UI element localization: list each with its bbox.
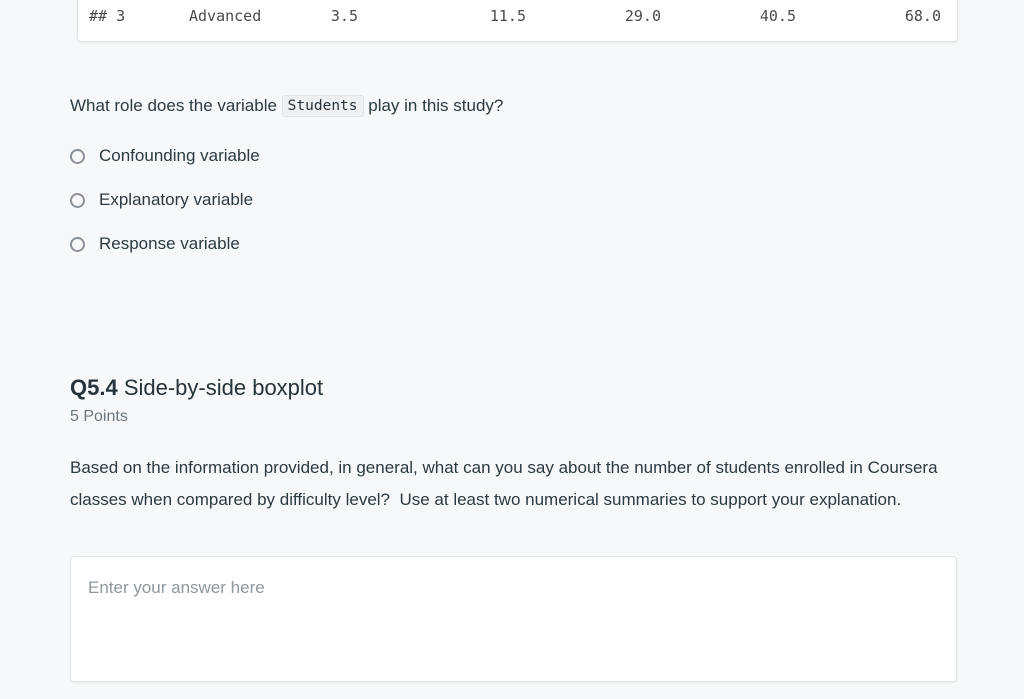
option-confounding-variable[interactable]: Confounding variable xyxy=(70,134,570,178)
code-row-group-label: Advanced xyxy=(189,7,262,25)
question-body-text: Based on the information provided, in ge… xyxy=(70,458,943,509)
code-output-row: ## 3 Advanced 3.5 11.5 29.0 40.5 68.0 xyxy=(78,1,957,31)
code-row-value-2: 11.5 xyxy=(489,7,526,25)
inline-code-variable: Students xyxy=(281,95,364,117)
option-label: Confounding variable xyxy=(99,146,260,165)
radio-button-icon[interactable] xyxy=(70,148,85,164)
option-explanatory-variable[interactable]: Explanatory variable xyxy=(70,178,570,222)
radio-button-icon[interactable] xyxy=(70,236,85,252)
code-output-block: ## 3 Advanced 3.5 11.5 29.0 40.5 68.0 xyxy=(77,0,958,42)
question-text-before-code: What role does the variable xyxy=(70,96,282,115)
radio-button-icon[interactable] xyxy=(70,192,85,208)
code-row-value-4: 40.5 xyxy=(759,7,796,25)
multiple-choice-options: Confounding variable Explanatory variabl… xyxy=(70,134,570,266)
code-row-value-3: 29.0 xyxy=(624,7,661,25)
answer-textarea[interactable]: Enter your answer here xyxy=(70,556,957,682)
assignment-page: ## 3 Advanced 3.5 11.5 29.0 40.5 68.0 Wh… xyxy=(0,0,1024,699)
code-row-value-1: 3.5 xyxy=(330,7,358,25)
question-title: Side-by-side boxplot xyxy=(117,375,324,400)
option-label: Response variable xyxy=(99,234,240,253)
code-row-prefix: ## 3 xyxy=(89,7,126,25)
question-number: Q5.4 xyxy=(70,375,118,400)
question-text-after-code: play in this study? xyxy=(363,96,504,115)
question-points: 5 Points xyxy=(70,408,128,425)
question-heading: Q5.4 Side-by-side boxplot xyxy=(70,374,323,402)
option-response-variable[interactable]: Response variable xyxy=(70,222,570,266)
multiple-choice-question-text: What role does the variable Students pla… xyxy=(70,93,950,119)
answer-placeholder-text: Enter your answer here xyxy=(88,578,265,597)
code-row-value-5: 68.0 xyxy=(904,7,941,25)
option-label: Explanatory variable xyxy=(99,190,254,209)
